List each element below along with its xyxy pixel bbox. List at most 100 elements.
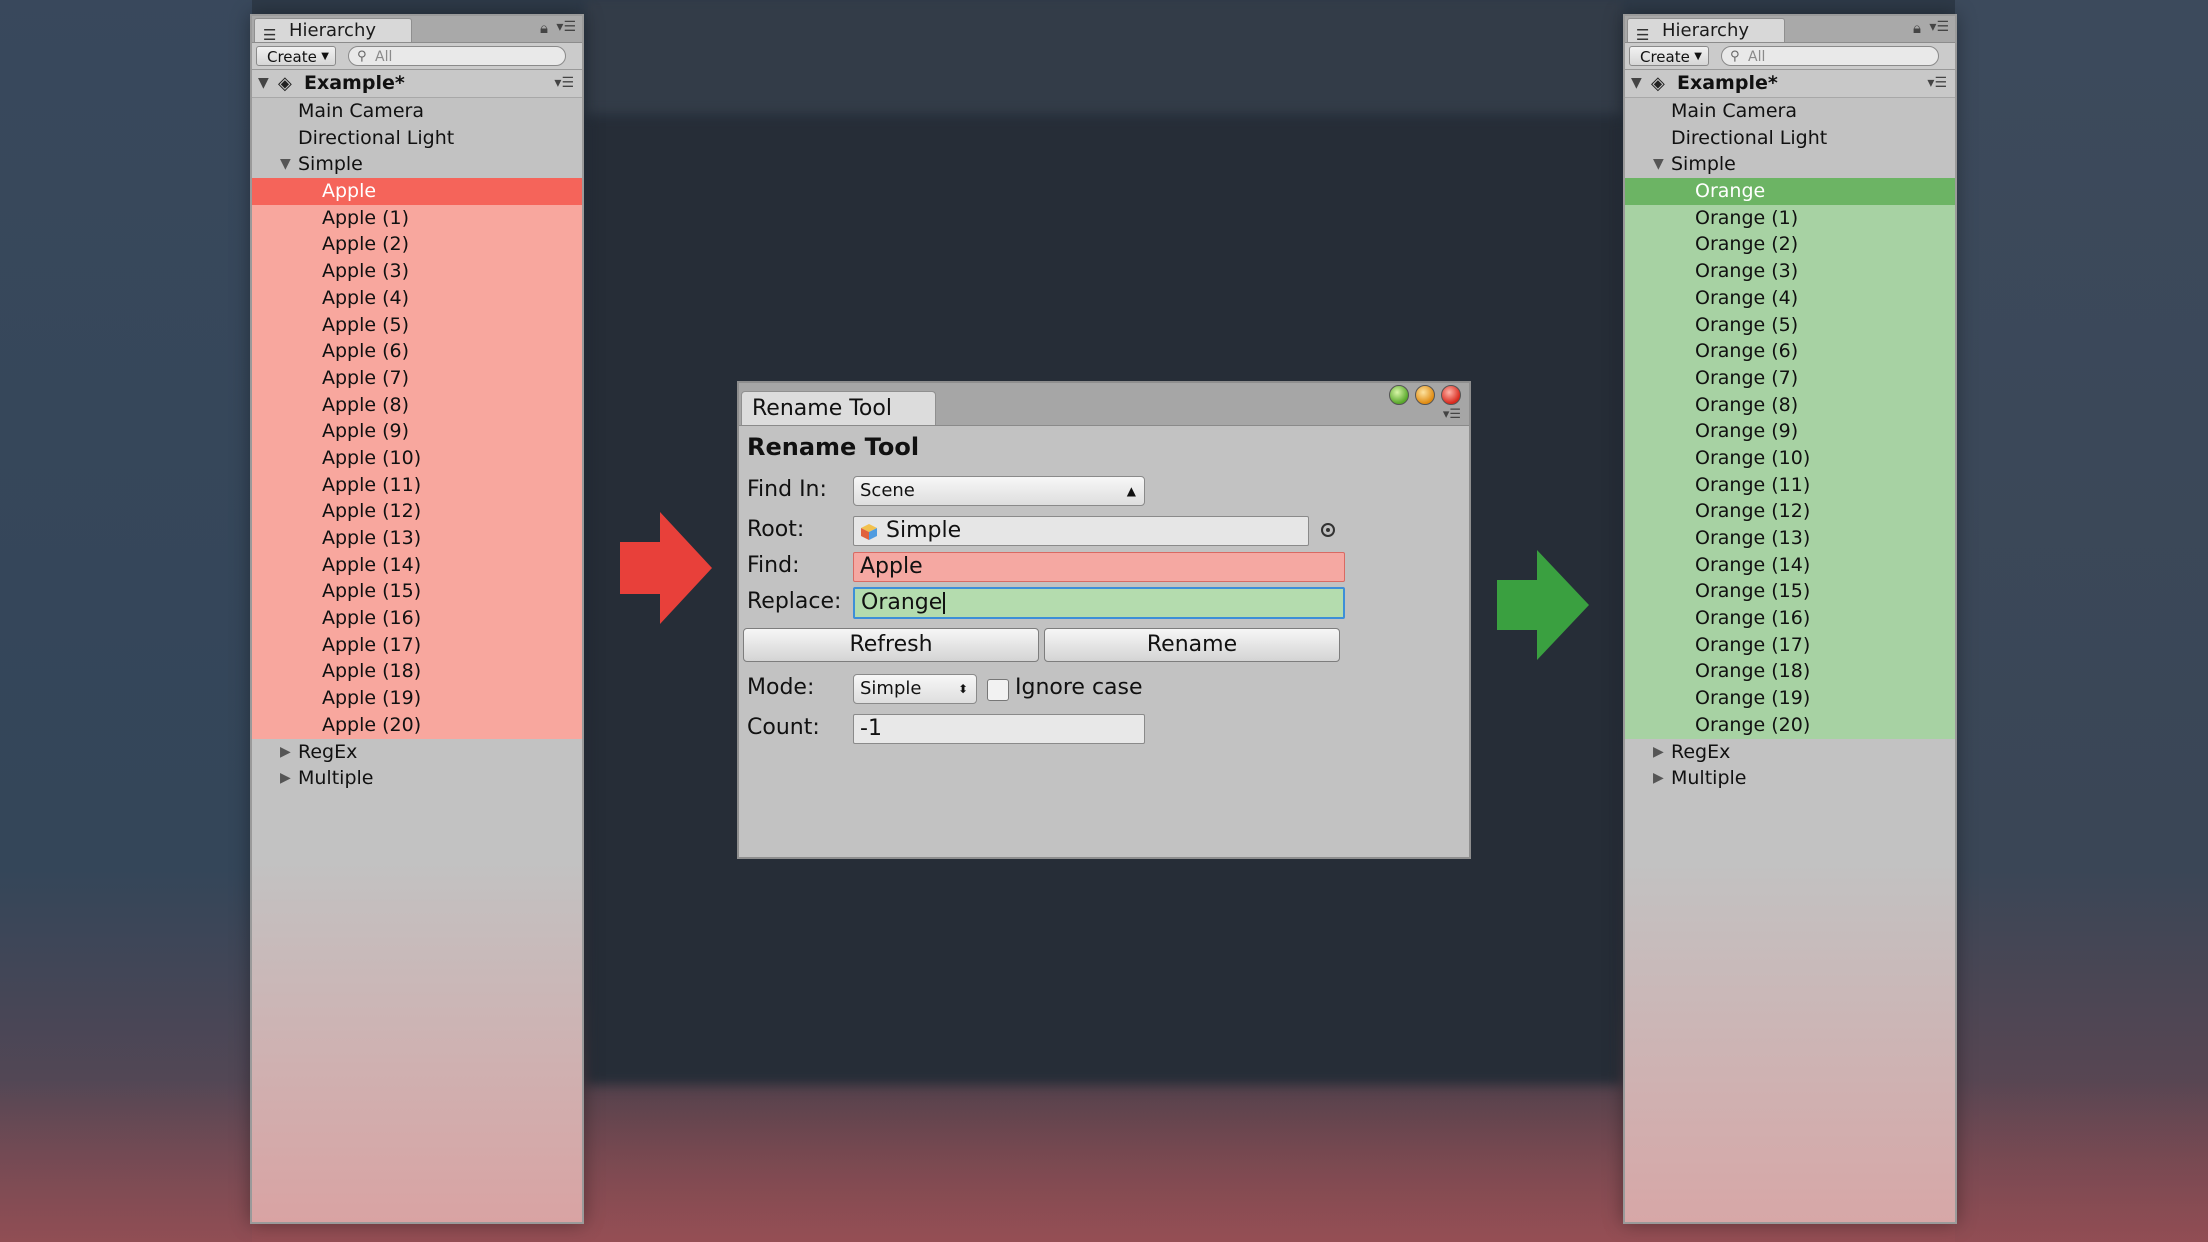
scene-name: Example* (1677, 72, 1778, 94)
tree-item-group-simple[interactable]: ▼ Simple (252, 151, 582, 178)
tree-item-child[interactable]: Orange (11) (1625, 471, 1955, 499)
tree-item-child[interactable]: Apple (10) (252, 444, 582, 472)
tree-item-child[interactable]: Orange (4) (1625, 284, 1955, 312)
tree-item-child[interactable]: Apple (252, 178, 582, 205)
object-picker-icon[interactable] (1321, 523, 1335, 537)
tree-item-group-regex[interactable]: ▶ RegEx (252, 739, 582, 766)
minimize-icon[interactable] (1415, 385, 1435, 405)
tree-item-child[interactable]: Apple (9) (252, 418, 582, 445)
collapsed-arrow-icon[interactable]: ▶ (1653, 739, 1664, 766)
tree-item-child[interactable]: Apple (16) (252, 605, 582, 632)
tree-item-child[interactable]: Apple (2) (252, 231, 582, 259)
tree-item-label: Apple (20) (322, 713, 422, 736)
tree-item-child[interactable]: Orange (20) (1625, 711, 1955, 739)
search-input[interactable]: ⚲ All (348, 46, 566, 66)
root-object-field[interactable]: Simple (853, 516, 1309, 546)
tree-item-group-multiple[interactable]: ▶ Multiple (252, 765, 582, 792)
tree-item-group-regex[interactable]: ▶ RegEx (1625, 739, 1955, 766)
tree-item-child[interactable]: Orange (9) (1625, 418, 1955, 445)
find-input[interactable]: Apple (853, 552, 1345, 582)
lock-icon[interactable]: 🔒︎ (1913, 19, 1921, 37)
tree-item-child[interactable]: Apple (15) (252, 578, 582, 606)
tree-item-child[interactable]: Apple (12) (252, 498, 582, 525)
tree-item-main-camera[interactable]: Main Camera (1625, 98, 1955, 125)
count-input[interactable]: -1 (853, 714, 1145, 744)
tree-item-group-simple[interactable]: ▼ Simple (1625, 151, 1955, 178)
tree-item-child[interactable]: Orange (2) (1625, 231, 1955, 259)
tree-item-child[interactable]: Apple (1) (252, 204, 582, 232)
tree-item-child[interactable]: Orange (3) (1625, 258, 1955, 285)
tree-item-child[interactable]: Orange (16) (1625, 605, 1955, 632)
expand-arrow-icon[interactable]: ▼ (1631, 70, 1642, 97)
tree-item-label: Apple (11) (322, 473, 422, 496)
tree-item-directional-light[interactable]: Directional Light (1625, 125, 1955, 152)
tree-item-child[interactable]: Apple (14) (252, 551, 582, 579)
tree-item-child[interactable]: Apple (18) (252, 658, 582, 686)
create-button[interactable]: Create ▼ (256, 46, 336, 66)
expand-arrow-icon[interactable]: ▼ (258, 70, 269, 97)
tree-item-group-multiple[interactable]: ▶ Multiple (1625, 765, 1955, 792)
collapsed-arrow-icon[interactable]: ▶ (1653, 765, 1664, 792)
updown-chevron-icon: ▲ (1126, 484, 1136, 498)
tree-item-child[interactable]: Orange (18) (1625, 658, 1955, 686)
rename-tool-tab[interactable]: Rename Tool (741, 391, 936, 425)
panel-menu-icon[interactable]: ▾☰ (1929, 19, 1949, 35)
maximize-icon[interactable] (1389, 385, 1409, 405)
collapsed-arrow-icon[interactable]: ▶ (280, 765, 291, 792)
tree-item-main-camera[interactable]: Main Camera (252, 98, 582, 125)
tree-item-child[interactable]: Orange (15) (1625, 578, 1955, 606)
tree-item-child[interactable]: Apple (20) (252, 711, 582, 739)
tree-item-child[interactable]: Apple (17) (252, 631, 582, 659)
background-right-editor (1955, 0, 2208, 1242)
find-in-dropdown[interactable]: Scene ▲ (853, 476, 1145, 506)
tree-item-child[interactable]: Orange (8) (1625, 391, 1955, 419)
tree-item-child[interactable]: Orange (6) (1625, 338, 1955, 365)
tree-item-child[interactable]: Apple (5) (252, 311, 582, 339)
unity-scene-icon: ◈ (1651, 73, 1665, 94)
panel-menu-icon[interactable]: ▾☰ (556, 19, 576, 35)
tree-item-child[interactable]: Orange (19) (1625, 685, 1955, 712)
rename-button[interactable]: Rename (1044, 628, 1340, 662)
tree-item-child[interactable]: Orange (10) (1625, 444, 1955, 472)
tree-item-child[interactable]: Orange (5) (1625, 311, 1955, 339)
scene-root-row[interactable]: ▼ ◈ Example* ▾☰ (252, 70, 582, 98)
tree-item-directional-light[interactable]: Directional Light (252, 125, 582, 152)
tree-item-child[interactable]: Apple (7) (252, 364, 582, 392)
tree-item-child[interactable]: Orange (14) (1625, 551, 1955, 579)
collapsed-arrow-icon[interactable]: ▶ (280, 739, 291, 766)
tree-item-label: Orange (16) (1695, 607, 1811, 630)
tree-item-child[interactable]: Apple (3) (252, 258, 582, 285)
search-input[interactable]: ⚲ All (1721, 46, 1939, 66)
scene-root-row[interactable]: ▼ ◈ Example* ▾☰ (1625, 70, 1955, 98)
mode-dropdown[interactable]: Simple ⬍ (853, 674, 977, 704)
window-menu-icon[interactable]: ▾☰ (1443, 407, 1461, 422)
tree-item-child[interactable]: Apple (13) (252, 525, 582, 552)
ignore-case-checkbox[interactable] (987, 679, 1009, 701)
tree-item-child[interactable]: Orange (1625, 178, 1955, 205)
tree-item-label: Apple (10) (322, 446, 422, 469)
create-button[interactable]: Create ▼ (1629, 46, 1709, 66)
hierarchy-tab[interactable]: ☰ Hierarchy (254, 18, 412, 44)
tree-item-child[interactable]: Orange (7) (1625, 364, 1955, 392)
tree-item-label: Apple (1) (322, 206, 410, 229)
tree-item-child[interactable]: Orange (13) (1625, 525, 1955, 552)
tree-item-child[interactable]: Apple (11) (252, 471, 582, 499)
expand-arrow-icon[interactable]: ▼ (1653, 151, 1664, 178)
tree-item-child[interactable]: Orange (12) (1625, 498, 1955, 525)
tree-item-child[interactable]: Orange (17) (1625, 631, 1955, 659)
tree-item-child[interactable]: Apple (4) (252, 284, 582, 312)
lock-icon[interactable]: 🔒︎ (540, 19, 548, 37)
replace-input[interactable]: Orange (853, 587, 1345, 619)
close-icon[interactable] (1441, 385, 1461, 405)
tree-item-child[interactable]: Apple (19) (252, 685, 582, 712)
tree-item-label: Orange (9) (1695, 420, 1799, 443)
tree-item-child[interactable]: Apple (6) (252, 338, 582, 365)
replace-value: Orange (861, 590, 943, 615)
scene-menu-icon[interactable]: ▾☰ (554, 70, 574, 97)
refresh-button[interactable]: Refresh (743, 628, 1039, 662)
scene-menu-icon[interactable]: ▾☰ (1927, 70, 1947, 97)
expand-arrow-icon[interactable]: ▼ (280, 151, 291, 178)
tree-item-child[interactable]: Apple (8) (252, 391, 582, 419)
tree-item-child[interactable]: Orange (1) (1625, 204, 1955, 232)
hierarchy-tab[interactable]: ☰ Hierarchy (1627, 18, 1785, 44)
